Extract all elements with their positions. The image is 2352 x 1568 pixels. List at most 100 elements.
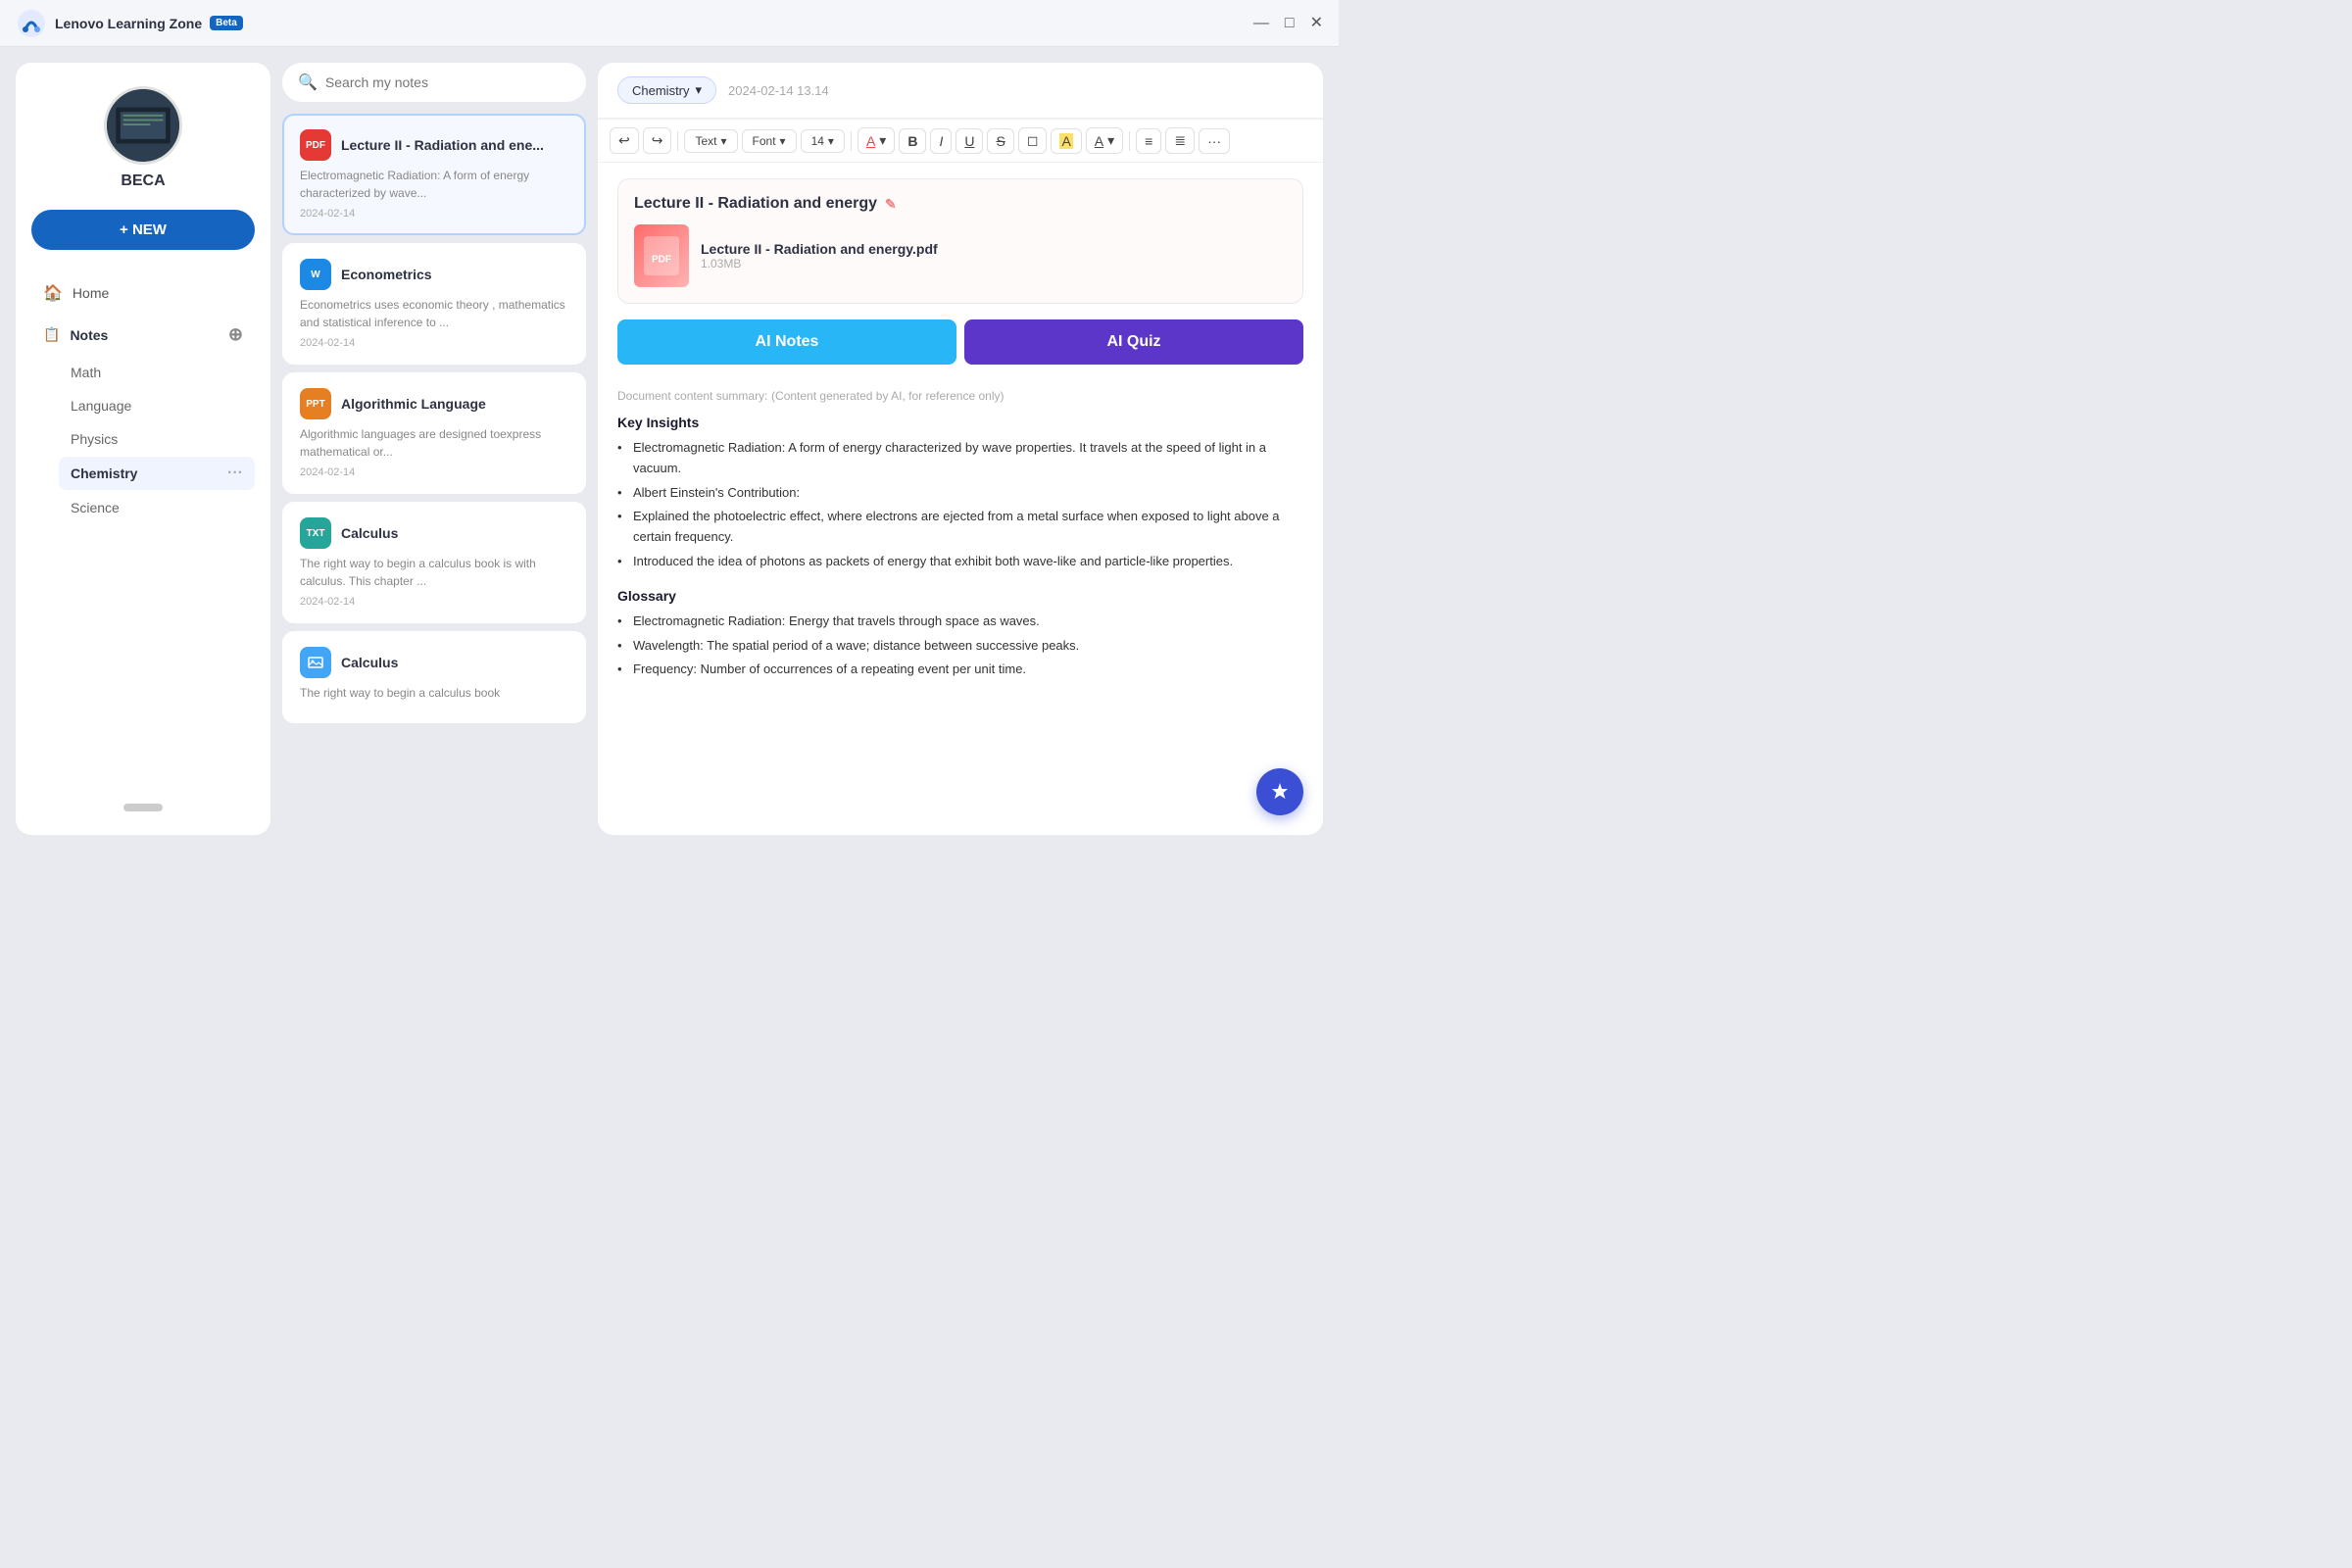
undo-button[interactable]: ↩ <box>610 127 639 154</box>
sidebar-item-notes-label: Notes <box>70 327 108 343</box>
app-title: Lenovo Learning Zone <box>55 16 202 31</box>
close-button[interactable]: ✕ <box>1310 16 1323 31</box>
strikethrough-button[interactable]: S <box>987 128 1013 154</box>
sidebar: BECA + NEW 🏠 Home 📋 Notes ⊕ Math Languag… <box>16 63 270 835</box>
note-date-2: 2024-02-14 <box>300 337 568 349</box>
edit-title-icon[interactable]: ✎ <box>885 196 897 213</box>
bullet-1-1: Albert Einstein's Contribution: <box>617 483 1303 504</box>
key-insights-section: Key Insights Electromagnetic Radiation: … <box>617 415 1303 572</box>
sidebar-item-language[interactable]: Language <box>59 390 255 421</box>
glossary-title: Glossary <box>617 588 1303 604</box>
underline-button[interactable]: U <box>956 128 983 154</box>
window-controls: — □ ✕ <box>1253 16 1323 31</box>
sidebar-item-notes[interactable]: 📋 Notes ⊕ <box>31 315 255 355</box>
new-button[interactable]: + NEW <box>31 210 255 250</box>
font-size-dropdown-icon: ▾ <box>828 134 834 148</box>
sidebar-item-science[interactable]: Science <box>59 492 255 523</box>
add-note-icon[interactable]: ⊕ <box>228 324 243 345</box>
text-format-label: A <box>1095 133 1103 149</box>
toolbar-separator-1 <box>677 131 678 151</box>
bold-button[interactable]: B <box>899 128 926 154</box>
ai-quiz-button[interactable]: AI Quiz <box>964 319 1303 365</box>
notes-icon: 📋 <box>43 326 60 343</box>
eraser-button[interactable]: ◻ <box>1018 127 1048 154</box>
titlebar: Lenovo Learning Zone Beta — □ ✕ <box>0 0 1339 47</box>
bullet-2-2: Frequency: Number of occurrences of a re… <box>617 660 1303 680</box>
ai-notes-button[interactable]: AI Notes <box>617 319 956 365</box>
bullet-2-1: Wavelength: The spatial period of a wave… <box>617 636 1303 657</box>
highlight-button[interactable]: A <box>1051 128 1081 154</box>
doc-content: Document content summary: (Content gener… <box>617 380 1303 704</box>
file-name: Lecture II - Radiation and energy.pdf <box>701 241 938 257</box>
note-card-5[interactable]: Calculus The right way to begin a calcul… <box>282 631 586 723</box>
notes-list: 🔍 PDF Lecture II - Radiation and ene... … <box>282 63 586 835</box>
maximize-button[interactable]: □ <box>1285 16 1295 31</box>
subject-label: Chemistry <box>632 83 690 98</box>
glossary-section: Glossary Electromagnetic Radiation: Ener… <box>617 588 1303 680</box>
subject-badge[interactable]: Chemistry ▾ <box>617 76 716 104</box>
home-icon: 🏠 <box>43 283 63 303</box>
note-date-1: 2024-02-14 <box>300 208 568 220</box>
content-panel-wrapper: Chemistry ▾ 2024-02-14 13.14 ↩ ↪ Text ▾ … <box>598 63 1323 835</box>
sidebar-item-home[interactable]: 🏠 Home <box>31 273 255 313</box>
text-formatting-button[interactable]: A ▾ <box>1086 127 1123 154</box>
ordered-list-button[interactable]: ≣ <box>1165 127 1195 154</box>
note-icon-pdf: PDF <box>300 129 331 161</box>
content-panel: Chemistry ▾ 2024-02-14 13.14 ↩ ↪ Text ▾ … <box>598 63 1323 835</box>
redo-button[interactable]: ↪ <box>643 127 672 154</box>
avatar-section: BECA <box>31 86 255 190</box>
main-container: BECA + NEW 🏠 Home 📋 Notes ⊕ Math Languag… <box>0 47 1339 851</box>
more-toolbar-button[interactable]: ··· <box>1199 128 1230 154</box>
search-icon: 🔍 <box>298 73 318 92</box>
note-title-5: Calculus <box>341 655 398 670</box>
note-excerpt-5: The right way to begin a calculus book <box>300 684 568 702</box>
note-title-3: Algorithmic Language <box>341 396 486 412</box>
font-color-label: A <box>866 133 875 149</box>
sidebar-item-physics[interactable]: Physics <box>59 423 255 455</box>
content-header: Chemistry ▾ 2024-02-14 13.14 <box>598 63 1323 119</box>
search-box[interactable]: 🔍 <box>282 63 586 102</box>
note-title-4: Calculus <box>341 525 398 541</box>
color-dropdown-icon: ▾ <box>879 132 886 149</box>
sidebar-item-chemistry[interactable]: Chemistry ··· <box>59 457 255 490</box>
minimize-button[interactable]: — <box>1253 16 1269 31</box>
content-date: 2024-02-14 13.14 <box>728 83 829 98</box>
search-input[interactable] <box>325 74 570 90</box>
bullet-1-2: Explained the photoelectric effect, wher… <box>617 507 1303 548</box>
username: BECA <box>121 172 165 190</box>
toolbar-separator-3 <box>1129 131 1130 151</box>
note-icon-txt: TXT <box>300 517 331 549</box>
font-size-label: 14 <box>811 134 824 148</box>
sidebar-item-home-label: Home <box>73 285 109 301</box>
sidebar-bottom <box>31 804 255 811</box>
note-card-1[interactable]: PDF Lecture II - Radiation and ene... El… <box>282 114 586 235</box>
note-icon-ppt: PPT <box>300 388 331 419</box>
note-card-3[interactable]: PPT Algorithmic Language Algorithmic lan… <box>282 372 586 494</box>
text-color-button[interactable]: A ▾ <box>858 127 895 154</box>
font-size-button[interactable]: 14 ▾ <box>801 129 845 153</box>
font-button[interactable]: Font ▾ <box>742 129 797 153</box>
file-size: 1.03MB <box>701 257 938 270</box>
ai-buttons: AI Notes AI Quiz <box>617 319 1303 365</box>
note-card-4[interactable]: TXT Calculus The right way to begin a ca… <box>282 502 586 623</box>
text-style-button[interactable]: Text ▾ <box>684 129 737 153</box>
note-icon-w: W <box>300 259 331 290</box>
note-title-1: Lecture II - Radiation and ene... <box>341 137 544 153</box>
note-excerpt-1: Electromagnetic Radiation: A form of ene… <box>300 167 568 202</box>
nav-section: 🏠 Home 📋 Notes ⊕ Math Language Physics <box>31 273 255 804</box>
more-options-icon[interactable]: ··· <box>227 465 243 482</box>
bullet-list-button[interactable]: ≡ <box>1136 128 1161 154</box>
notes-children: Math Language Physics Chemistry ··· Scie… <box>31 357 255 523</box>
file-info: PDF Lecture II - Radiation and energy.pd… <box>634 224 1287 287</box>
italic-button[interactable]: I <box>930 128 952 154</box>
editor-toolbar: ↩ ↪ Text ▾ Font ▾ 14 ▾ A ▾ <box>598 119 1323 163</box>
pdf-thumbnail: PDF <box>634 224 689 287</box>
note-excerpt-2: Econometrics uses economic theory , math… <box>300 296 568 331</box>
note-icon-img <box>300 647 331 678</box>
sidebar-item-math[interactable]: Math <box>59 357 255 388</box>
svg-text:PDF: PDF <box>652 255 671 266</box>
note-card-2[interactable]: W Econometrics Econometrics uses economi… <box>282 243 586 365</box>
note-date-3: 2024-02-14 <box>300 466 568 478</box>
text-style-label: Text <box>695 134 716 148</box>
ai-fab-button[interactable] <box>1256 768 1303 815</box>
